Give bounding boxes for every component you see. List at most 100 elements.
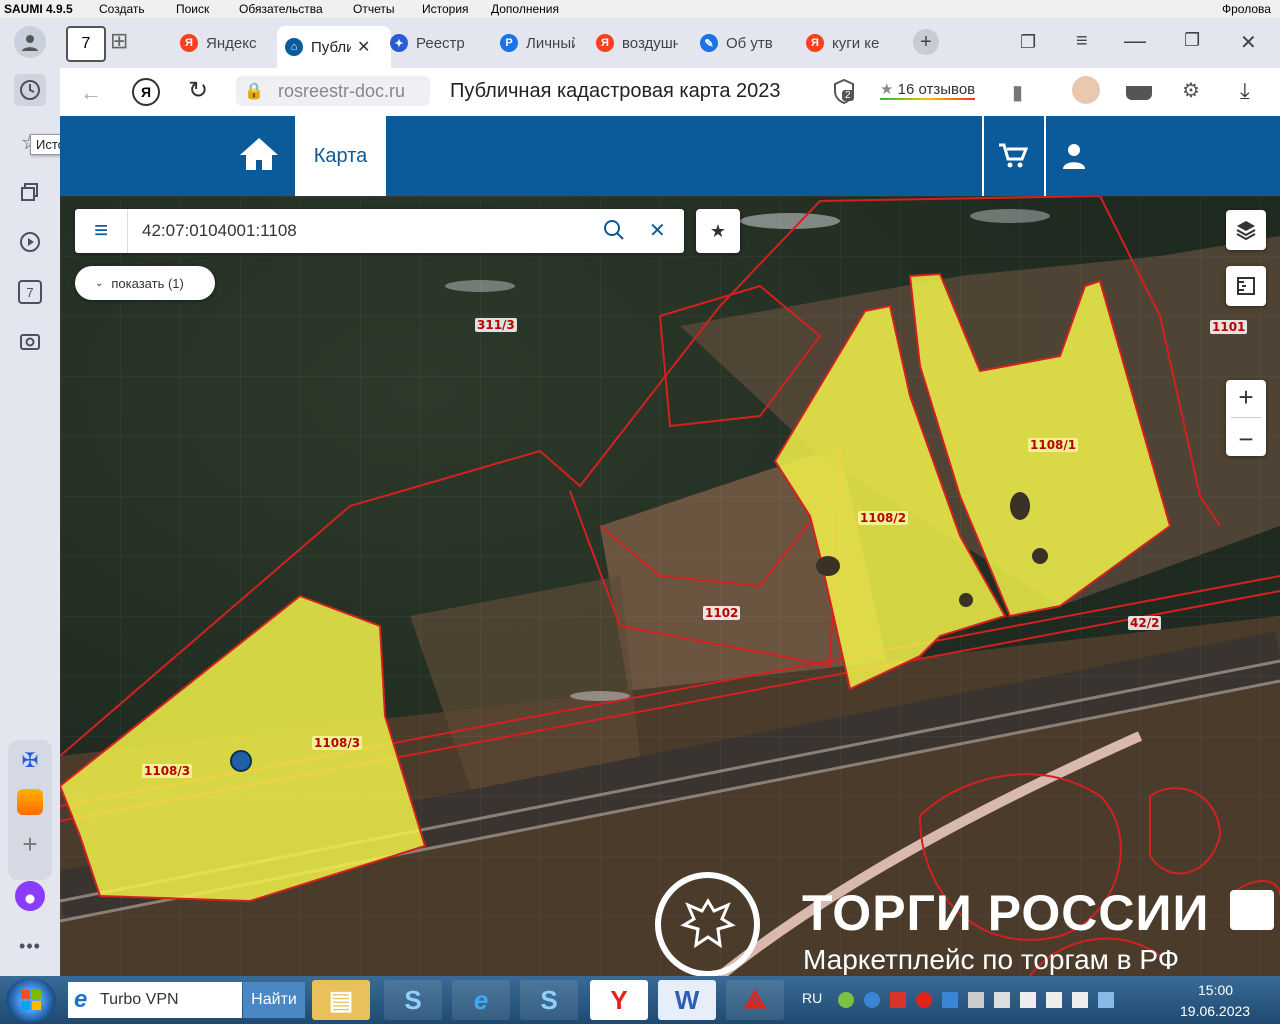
language-indicator[interactable]: RU: [802, 990, 822, 1006]
word-icon[interactable]: W: [658, 980, 716, 1020]
taskbar-search-field[interactable]: e Turbo VPN: [68, 982, 242, 1018]
bookmark-icon[interactable]: ▮: [1012, 80, 1023, 105]
clock-date[interactable]: 19.06.2023: [1180, 1003, 1250, 1019]
menu-addons[interactable]: Дополнения: [491, 2, 559, 16]
extension-icon-2[interactable]: [1126, 86, 1152, 100]
download-icon[interactable]: ⤓: [1240, 78, 1250, 104]
menu-search[interactable]: Поиск: [176, 2, 209, 16]
extension-icon[interactable]: [1072, 76, 1100, 104]
hamburger-menu-icon[interactable]: ≡: [75, 209, 128, 253]
start-button[interactable]: [6, 978, 56, 1022]
cadastral-map[interactable]: 311/3 1101 1108/1 1108/2 1102 42/2 1108/…: [60, 196, 1280, 976]
volume-icon[interactable]: [1072, 992, 1088, 1008]
network-tray-icon[interactable]: [968, 992, 984, 1008]
reload-icon[interactable]: ↻: [188, 76, 208, 105]
history-icon[interactable]: [14, 74, 46, 106]
app-menu-bar: SAUMI 4.9.5 Создать Поиск Обязательства …: [0, 0, 1280, 19]
screenshot-icon[interactable]: [14, 326, 46, 358]
restore-icon[interactable]: ❐: [1184, 30, 1200, 51]
saumi-icon-2[interactable]: S: [520, 980, 578, 1020]
usb-icon[interactable]: [1098, 992, 1114, 1008]
acrobat-icon[interactable]: ⟁: [726, 980, 784, 1020]
search-icon[interactable]: [603, 219, 625, 241]
profile-icon[interactable]: [14, 26, 46, 58]
zoom-out-button[interactable]: −: [1238, 426, 1253, 452]
monitor-icon[interactable]: [1046, 992, 1062, 1008]
alice-icon[interactable]: [14, 880, 46, 912]
parcel-label[interactable]: 1108/2: [858, 511, 909, 525]
windows-logo-icon: [21, 990, 41, 1010]
extension-icon-3[interactable]: ⚙: [1182, 78, 1200, 103]
clock-time[interactable]: 15:00: [1198, 982, 1233, 998]
yandex-logo-icon[interactable]: Я: [132, 78, 160, 106]
location-marker[interactable]: [230, 750, 252, 772]
menu-reports[interactable]: Отчеты: [353, 2, 394, 16]
shield-icon[interactable]: 2: [832, 78, 856, 105]
new-tab-button[interactable]: +: [913, 29, 939, 55]
reviews-link[interactable]: ★ 16 отзывов: [880, 80, 976, 100]
chevron-down-icon: ⌄: [95, 277, 104, 289]
calendar-icon[interactable]: 7: [14, 276, 46, 308]
new-tab-icon[interactable]: ⊞: [110, 30, 138, 54]
tab-personal[interactable]: P Личный: [500, 26, 575, 60]
tabs-manager-icon[interactable]: ❐: [1020, 32, 1036, 53]
yandex-tray-icon[interactable]: [916, 992, 932, 1008]
pdf-tray-icon[interactable]: [890, 992, 906, 1008]
menu-obligations[interactable]: Обязательства: [239, 2, 323, 16]
app-title: SAUMI 4.9.5: [4, 2, 73, 16]
home-icon[interactable]: [238, 136, 280, 172]
add-icon[interactable]: +: [14, 828, 46, 860]
more-icon[interactable]: •••: [14, 930, 46, 962]
saumi-icon[interactable]: S: [384, 980, 442, 1020]
user-icon[interactable]: [1062, 142, 1086, 170]
star-icon: ★: [709, 220, 727, 241]
header-divider-2: [1044, 116, 1046, 196]
zoom-in-button[interactable]: +: [1238, 384, 1253, 410]
tab-public-map[interactable]: ⌂Публичная✕: [277, 26, 391, 68]
file-explorer-icon[interactable]: ▤: [312, 980, 370, 1020]
tray-icon[interactable]: [838, 992, 854, 1008]
tray-icon[interactable]: [864, 992, 880, 1008]
parcel-label[interactable]: 42/2: [1128, 616, 1162, 630]
show-results-button[interactable]: ⌄ показать (1): [75, 266, 215, 300]
back-icon[interactable]: ←: [80, 80, 102, 106]
tab-counter-button[interactable]: 7: [66, 26, 106, 62]
tab-yandex[interactable]: Я Яндекс: [180, 26, 260, 60]
minimize-icon[interactable]: —: [1124, 28, 1146, 54]
tray-icon[interactable]: [942, 992, 958, 1008]
internet-explorer-icon[interactable]: e: [452, 980, 510, 1020]
clear-search-icon[interactable]: ✕: [649, 218, 666, 243]
parcel-label[interactable]: 311/3: [475, 318, 517, 332]
eagle-icon[interactable]: ✠: [14, 744, 46, 776]
url-field[interactable]: 🔒 rosreestr-doc.ru: [236, 76, 430, 106]
parcel-label[interactable]: 1108/1: [1028, 438, 1079, 452]
favorite-star-button[interactable]: ★: [696, 209, 740, 253]
menu-history[interactable]: История: [422, 2, 469, 16]
lock-icon: 🔒: [244, 83, 264, 100]
taskbar-search-button[interactable]: Найти: [243, 982, 305, 1018]
close-tab-icon[interactable]: ✕: [357, 37, 370, 57]
flag-icon[interactable]: [1020, 992, 1036, 1008]
mail-icon[interactable]: [14, 786, 46, 818]
ruler-button[interactable]: [1226, 266, 1266, 306]
tab-kugi[interactable]: Якуги кемерово: [806, 26, 880, 60]
tab-registry[interactable]: ✦ Реестр: [390, 26, 470, 60]
parcel-label[interactable]: 1101: [1210, 320, 1248, 334]
collections-icon[interactable]: [14, 176, 46, 208]
close-window-icon[interactable]: ✕: [1240, 30, 1257, 55]
yandex-icon: Я: [180, 34, 198, 52]
yandex-browser-icon[interactable]: Y: [590, 980, 648, 1020]
layers-button[interactable]: [1226, 210, 1266, 250]
search-input[interactable]: 42:07:0104001:1108: [142, 221, 297, 241]
tab-map[interactable]: Карта: [295, 116, 386, 196]
menu-create[interactable]: Создать: [99, 2, 145, 16]
parcel-label[interactable]: 1108/3: [142, 764, 193, 778]
parcel-label[interactable]: 1108/3: [312, 736, 363, 750]
play-icon[interactable]: [14, 226, 46, 258]
cart-icon[interactable]: [998, 142, 1029, 170]
parcel-label[interactable]: 1102: [703, 606, 741, 620]
tab-airborne[interactable]: Явоздушная: [596, 26, 678, 60]
tab-approval[interactable]: ✎ Об утв: [700, 26, 780, 60]
security-tray-icon[interactable]: [994, 992, 1010, 1008]
menu-icon[interactable]: ≡: [1076, 30, 1088, 53]
